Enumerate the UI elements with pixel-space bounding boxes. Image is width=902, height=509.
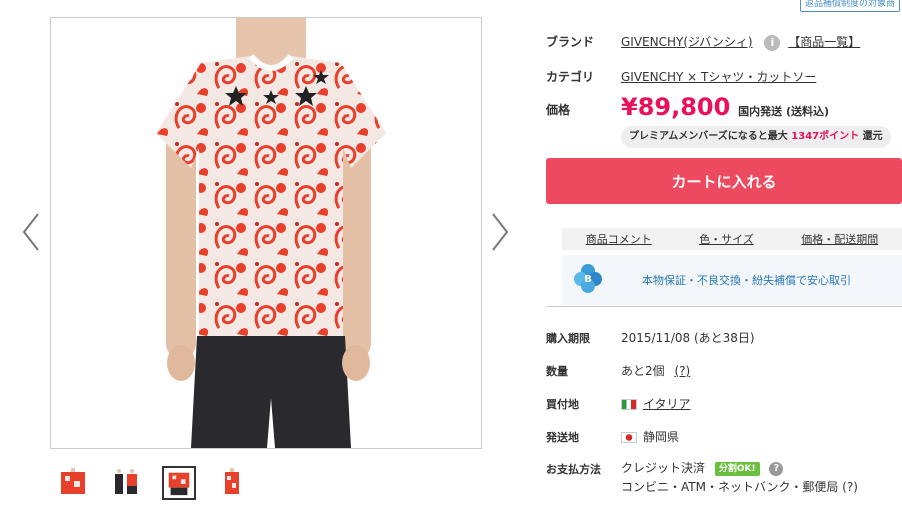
brand-label: ブランド: [546, 35, 595, 49]
buy-location-link[interactable]: イタリア: [643, 397, 691, 411]
italy-flag-icon: [621, 399, 637, 410]
brand-product-list-link[interactable]: 【商品一覧】: [788, 35, 860, 49]
premium-suffix: 還元: [862, 131, 883, 142]
detail-tabs: 商品コメント 色・サイズ 価格・配送期間: [562, 228, 902, 250]
thumbnail-4[interactable]: [215, 466, 249, 500]
installment-ok-badge: 分割OK!: [714, 461, 760, 476]
buyma-clover-logo: B: [574, 264, 602, 293]
category-label: カテゴリ: [546, 70, 595, 84]
ship-from-label: 発送地: [546, 431, 579, 444]
payment-row: クレジット決済 分割OK! ?: [621, 459, 784, 476]
chevron-right-icon: [492, 213, 509, 251]
ship-from-value: 静岡県: [643, 430, 680, 444]
payment-credit: クレジット決済: [621, 461, 706, 475]
premium-points: 1347ポイント: [791, 131, 860, 142]
price-row: ¥89,800 国内発送 (送料込): [621, 93, 829, 121]
category-link[interactable]: GIVENCHY × Tシャツ・カットソー: [621, 68, 816, 85]
brand-row: GIVENCHY(ジバンシィ) i 【商品一覧】: [621, 33, 860, 51]
payment-other[interactable]: コンビニ・ATM・ネットバンク・郵便局 (?): [621, 478, 858, 495]
tab-price-shipping[interactable]: 価格・配送期間: [801, 231, 878, 247]
return-guarantee-tag[interactable]: 返品補償制度の対象商: [799, 0, 900, 12]
thumbnail-2[interactable]: [109, 466, 143, 500]
quantity-value: あと2個: [621, 364, 665, 378]
assurance-banner[interactable]: B 本物保証・不良交換・紛失補償で安心取引: [562, 255, 902, 305]
price-label: 価格: [546, 103, 571, 117]
thumbnail-image: [225, 468, 239, 494]
help-icon[interactable]: ?: [769, 461, 784, 476]
price-value: ¥89,800: [621, 93, 731, 121]
add-to-cart-button[interactable]: カートに入れる: [546, 158, 902, 204]
info-icon[interactable]: i: [764, 34, 781, 51]
premium-points-badge: プレミアムメンバーズになると最大 1347ポイント 還元: [621, 126, 891, 148]
thumbnail-image: [115, 469, 137, 494]
purchase-deadline-value: 2015/11/08 (あと38日): [621, 331, 755, 345]
buy-location-row: イタリア: [621, 395, 691, 412]
thumbnail-3[interactable]: [162, 466, 196, 500]
shipping-info: 国内発送 (送料込): [738, 105, 830, 118]
chevron-left-icon: [22, 213, 39, 251]
premium-prefix: プレミアムメンバーズになると最大: [629, 131, 788, 142]
buy-location-label: 買付地: [546, 398, 579, 411]
thumbnail-1[interactable]: [56, 466, 90, 500]
quantity-row: あと2個 (?): [621, 362, 690, 379]
ship-from-row: 静岡県: [621, 428, 679, 445]
next-image-button[interactable]: [489, 212, 511, 252]
thumbnail-image: [168, 472, 190, 496]
japan-flag-icon: [621, 432, 637, 443]
assurance-text: 本物保証・不良交換・紛失補償で安心取引: [642, 274, 851, 287]
quantity-label: 数量: [546, 365, 568, 378]
product-main-image[interactable]: [50, 17, 482, 449]
payment-label: お支払方法: [546, 463, 601, 476]
quantity-help-link[interactable]: (?): [674, 364, 690, 378]
previous-image-button[interactable]: [20, 212, 42, 252]
section-divider: [546, 306, 902, 307]
purchase-deadline-label: 購入期限: [546, 332, 590, 345]
tab-product-comment[interactable]: 商品コメント: [586, 231, 652, 247]
thumbnail-strip: [56, 466, 249, 500]
tab-color-size[interactable]: 色・サイズ: [699, 231, 754, 247]
svg-text:B: B: [584, 274, 592, 285]
brand-link[interactable]: GIVENCHY(ジバンシィ): [621, 35, 753, 49]
product-photo: [156, 18, 386, 448]
thumbnail-image: [61, 468, 85, 494]
